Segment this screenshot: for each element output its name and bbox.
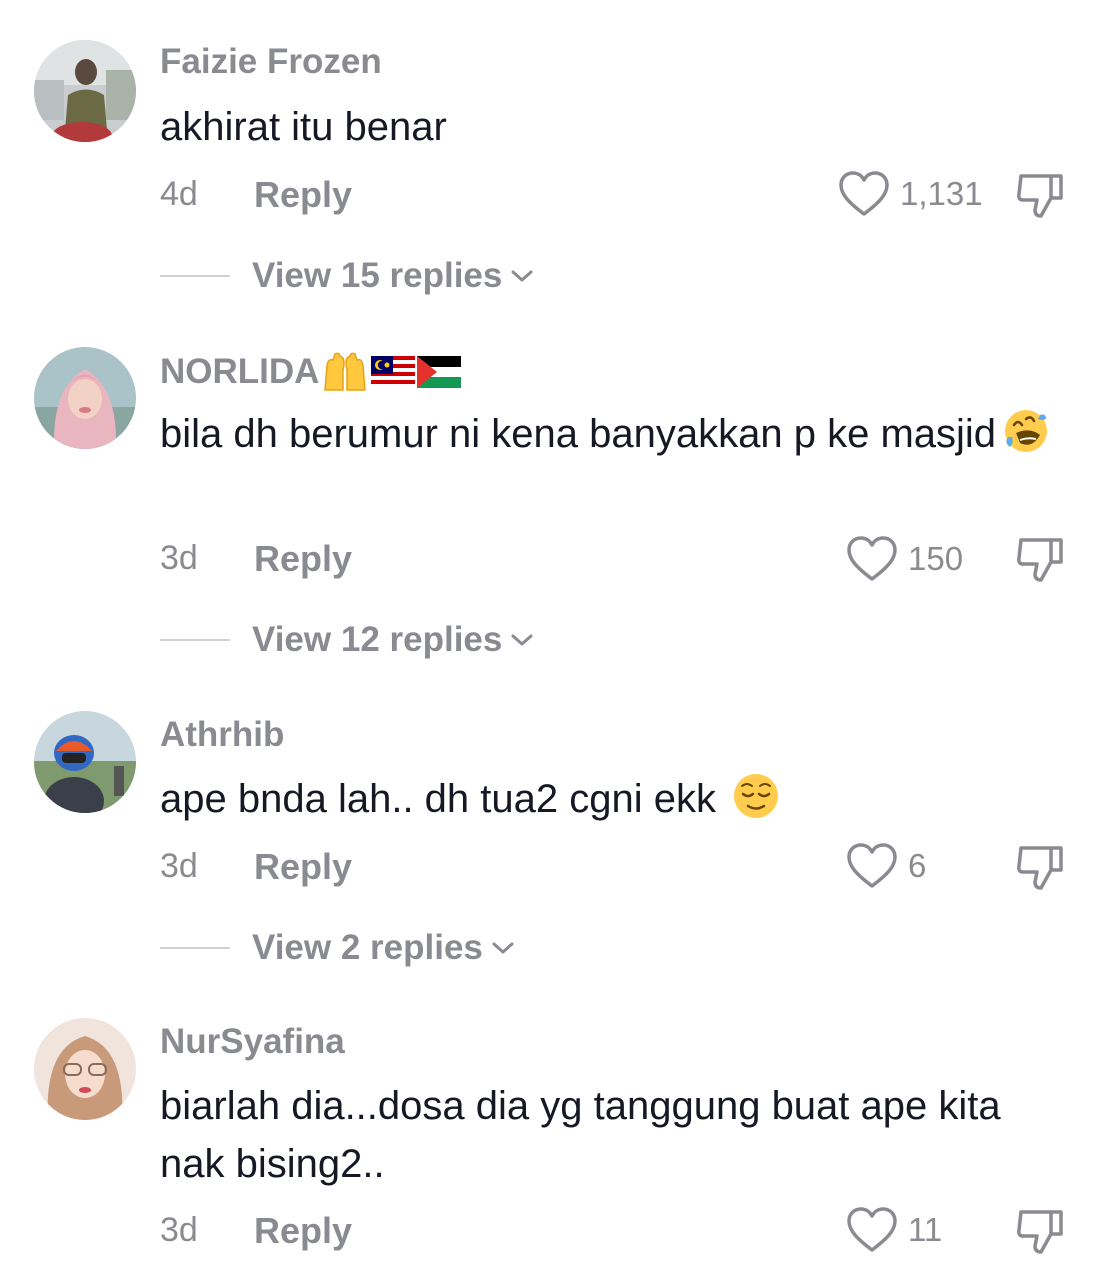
like-count: 6 bbox=[908, 847, 927, 884]
dislike-button[interactable] bbox=[1013, 1204, 1067, 1258]
comment-username[interactable]: Athrhib bbox=[160, 715, 284, 755]
divider-line bbox=[160, 947, 230, 949]
like-button[interactable]: 1,131 bbox=[838, 170, 983, 218]
reply-button[interactable]: Reply bbox=[254, 174, 352, 216]
heart-icon bbox=[847, 1207, 897, 1252]
comment-age: 3d bbox=[160, 1211, 198, 1249]
comment-age: 3d bbox=[160, 539, 198, 577]
avatar-image bbox=[34, 40, 136, 142]
like-button[interactable]: 150 bbox=[838, 535, 963, 583]
comment-text: bila dh berumur ni kena banyakkan p ke m… bbox=[160, 405, 1060, 463]
reply-button[interactable]: Reply bbox=[254, 1210, 352, 1252]
avatar[interactable] bbox=[34, 711, 136, 813]
heart-icon bbox=[839, 171, 889, 216]
comment-text: akhirat itu benar bbox=[160, 98, 1060, 156]
comment-username[interactable]: NORLIDA bbox=[160, 350, 462, 394]
like-button[interactable]: 6 bbox=[838, 842, 926, 890]
username-text: NORLIDA bbox=[160, 352, 320, 391]
like-count: 11 bbox=[908, 1211, 943, 1248]
view-replies-label: View 12 replies bbox=[252, 620, 503, 659]
chevron-down-icon bbox=[511, 634, 533, 646]
comment-text-content: akhirat itu benar bbox=[160, 105, 447, 149]
username-text: NurSyafina bbox=[160, 1022, 345, 1061]
avatar[interactable] bbox=[34, 40, 136, 142]
username-text: Faizie Frozen bbox=[160, 42, 382, 81]
avatar[interactable] bbox=[34, 1018, 136, 1120]
dislike-button[interactable] bbox=[1013, 840, 1067, 894]
comment-text-content: bila dh berumur ni kena banyakkan p ke m… bbox=[160, 412, 997, 456]
thumbs-down-icon bbox=[1017, 174, 1063, 218]
comment-age: 3d bbox=[160, 847, 198, 885]
avatar-image bbox=[34, 347, 136, 449]
username-emojis bbox=[321, 350, 462, 394]
like-button[interactable]: 11 bbox=[838, 1206, 942, 1254]
malaysia-flag bbox=[371, 356, 416, 388]
rolling-on-floor-laughing-emoji bbox=[1005, 410, 1048, 452]
view-replies-button[interactable]: View 15 replies bbox=[160, 256, 534, 296]
raised-hands-emoji bbox=[324, 352, 367, 391]
avatar-image bbox=[34, 711, 136, 813]
comment-username[interactable]: Faizie Frozen bbox=[160, 42, 382, 82]
divider-line bbox=[160, 275, 230, 277]
palestine-flag bbox=[417, 356, 462, 388]
view-replies-button[interactable]: View 12 replies bbox=[160, 620, 534, 660]
thumbs-down-icon bbox=[1017, 538, 1063, 582]
divider-line bbox=[160, 639, 230, 641]
thumbs-down-icon bbox=[1017, 846, 1063, 890]
like-count: 1,131 bbox=[900, 175, 983, 212]
reply-button[interactable]: Reply bbox=[254, 846, 352, 888]
comment-text-content: ape bnda lah.. dh tua2 cgni ekk bbox=[160, 777, 716, 821]
like-count: 150 bbox=[908, 540, 964, 577]
thumbs-down-icon bbox=[1017, 1210, 1063, 1254]
comment-text: biarlah dia...dosa dia yg tanggung buat … bbox=[160, 1077, 1060, 1193]
heart-icon bbox=[847, 536, 897, 581]
dislike-button[interactable] bbox=[1013, 532, 1067, 586]
reply-button[interactable]: Reply bbox=[254, 538, 352, 580]
view-replies-button[interactable]: View 2 replies bbox=[160, 928, 515, 968]
comment-username[interactable]: NurSyafina bbox=[160, 1022, 345, 1062]
chevron-down-icon bbox=[511, 270, 533, 282]
avatar-image bbox=[34, 1018, 136, 1120]
view-replies-label: View 15 replies bbox=[252, 256, 503, 295]
avatar[interactable] bbox=[34, 347, 136, 449]
view-replies-label: View 2 replies bbox=[252, 928, 483, 967]
heart-icon bbox=[847, 843, 897, 888]
chevron-down-icon bbox=[492, 942, 514, 954]
dislike-button[interactable] bbox=[1013, 168, 1067, 222]
username-text: Athrhib bbox=[160, 715, 285, 754]
relieved-face-emoji bbox=[733, 774, 778, 818]
comment-age: 4d bbox=[160, 175, 198, 213]
comment-text-content: biarlah dia...dosa dia yg tanggung buat … bbox=[160, 1084, 1001, 1186]
comment-text: ape bnda lah.. dh tua2 cgni ekk bbox=[160, 770, 1060, 828]
